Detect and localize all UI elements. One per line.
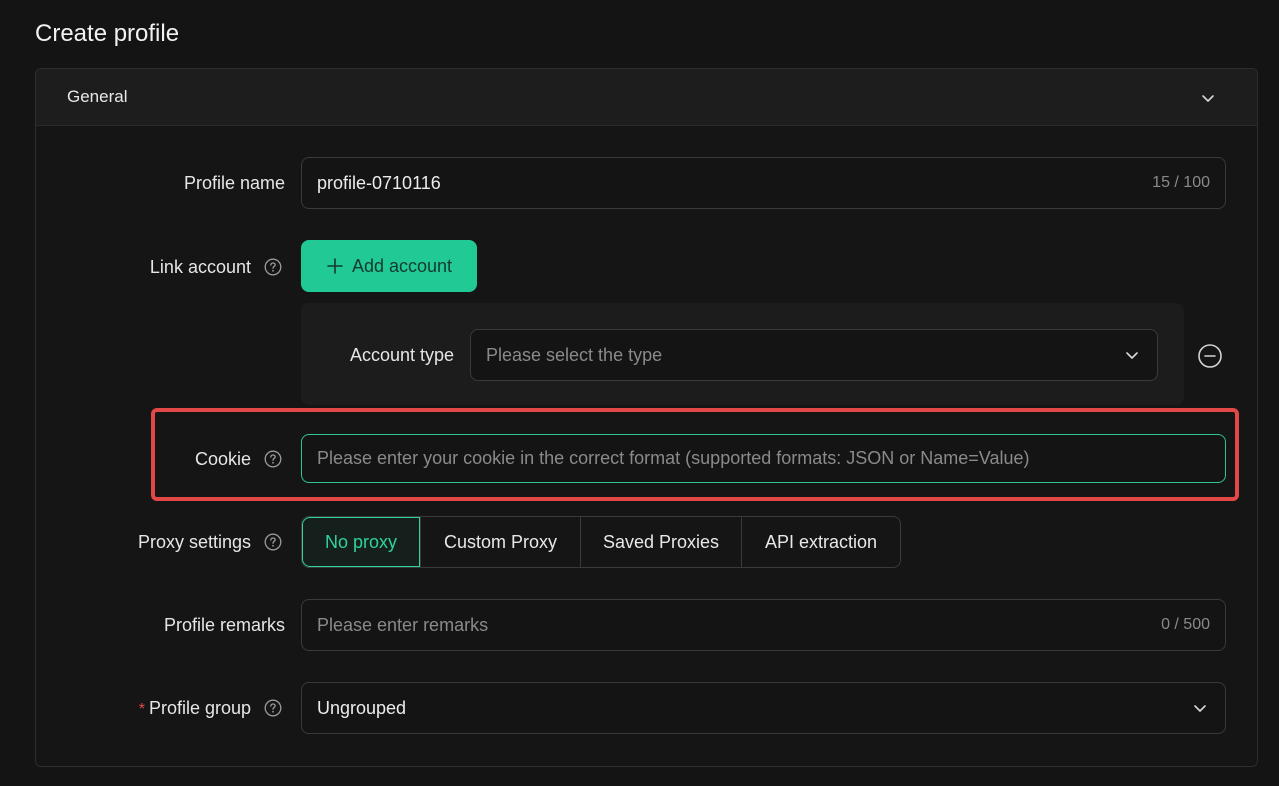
general-section-header[interactable]: General bbox=[36, 69, 1257, 126]
add-account-label: Add account bbox=[351, 255, 453, 276]
remove-account-icon[interactable] bbox=[1197, 343, 1223, 369]
plus-icon bbox=[327, 258, 343, 274]
proxy-option-saved-proxies[interactable]: Saved Proxies bbox=[580, 517, 741, 567]
section-title: General bbox=[67, 87, 128, 106]
account-type-label: Account type bbox=[349, 345, 454, 365]
profile-name-counter: 15 / 100 bbox=[1152, 174, 1210, 191]
account-type-placeholder: Please select the type bbox=[486, 344, 663, 365]
proxy-segmented-control: No proxy Custom Proxy Saved Proxies API … bbox=[301, 516, 901, 568]
chevron-down-icon bbox=[1126, 352, 1138, 359]
link-account-label: Link account bbox=[149, 257, 251, 277]
remarks-counter: 0 / 500 bbox=[1161, 616, 1210, 633]
proxy-option-no-proxy[interactable]: No proxy bbox=[302, 517, 420, 567]
add-account-button[interactable]: Add account bbox=[301, 240, 477, 292]
profile-remarks-input[interactable]: Please enter remarks 0 / 500 bbox=[301, 599, 1226, 651]
profile-name-input[interactable]: profile-0710116 15 / 100 bbox=[301, 157, 1226, 209]
profile-group-select[interactable]: Ungrouped bbox=[301, 682, 1226, 734]
account-type-select[interactable]: Please select the type bbox=[470, 329, 1158, 381]
profile-group-value: Ungrouped bbox=[317, 697, 407, 718]
help-icon[interactable] bbox=[264, 533, 282, 551]
proxy-option-api-extraction[interactable]: API extraction bbox=[741, 517, 900, 567]
profile-name-value: profile-0710116 bbox=[317, 172, 441, 193]
cookie-label: Cookie bbox=[194, 449, 251, 469]
proxy-settings-label: Proxy settings bbox=[137, 532, 251, 552]
cookie-input[interactable]: Please enter your cookie in the correct … bbox=[301, 434, 1226, 483]
profile-remarks-label: Profile remarks bbox=[163, 615, 285, 635]
help-icon[interactable] bbox=[264, 450, 282, 468]
profile-group-label-text: Profile group bbox=[148, 698, 251, 718]
chevron-down-icon bbox=[1194, 705, 1206, 712]
cookie-placeholder: Please enter your cookie in the correct … bbox=[317, 448, 1030, 468]
chevron-down-icon[interactable] bbox=[1199, 89, 1217, 107]
help-icon[interactable] bbox=[264, 258, 282, 276]
remarks-placeholder: Please enter remarks bbox=[317, 614, 489, 635]
help-icon[interactable] bbox=[264, 699, 282, 717]
proxy-option-custom-proxy[interactable]: Custom Proxy bbox=[420, 517, 580, 567]
profile-group-label: * Profile group bbox=[139, 697, 251, 721]
page-title: Create profile bbox=[35, 20, 180, 47]
profile-name-label: Profile name bbox=[183, 173, 285, 193]
required-mark: * bbox=[138, 701, 145, 718]
